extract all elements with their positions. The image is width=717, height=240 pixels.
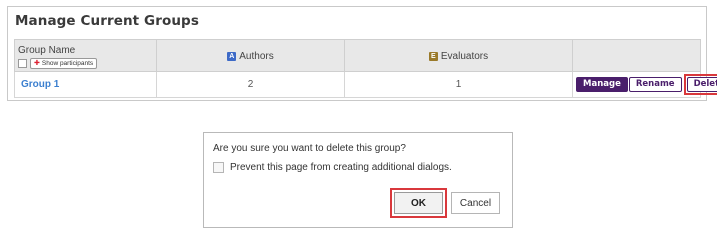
header-authors: A Authors: [156, 39, 345, 72]
header-group-name: Group Name ✚ Show participants: [14, 39, 157, 72]
prevent-dialogs-label: Prevent this page from creating addition…: [230, 162, 452, 173]
plus-icon: ✚: [34, 59, 40, 67]
authors-header-label: Authors: [239, 50, 274, 62]
rename-button[interactable]: Rename: [628, 77, 682, 92]
table-row: Group 1 2 1 ManageRename Delete: [14, 71, 717, 98]
show-participants-checkbox[interactable]: [18, 58, 27, 68]
ok-button[interactable]: OK: [394, 192, 443, 214]
prevent-dialogs-checkbox[interactable]: [213, 162, 224, 173]
header-evaluators: E Evaluators: [344, 39, 573, 72]
evaluators-header-label: Evaluators: [440, 50, 489, 62]
confirm-delete-dialog: Are you sure you want to delete this gro…: [203, 132, 513, 228]
table-header-row: Group Name ✚ Show participants A Authors: [14, 39, 701, 72]
authors-icon: A: [227, 51, 237, 61]
authors-count: 2: [156, 71, 345, 98]
panel-title: Manage Current Groups: [15, 13, 199, 29]
group-name-cell: Group 1: [14, 71, 157, 98]
actions-cell: ManageRename Delete: [572, 71, 717, 98]
group-name-header-label: Group Name: [18, 44, 76, 56]
manage-button[interactable]: Manage: [576, 77, 628, 92]
evaluators-count: 1: [344, 71, 573, 98]
cancel-button[interactable]: Cancel: [451, 192, 500, 214]
show-participants-button[interactable]: ✚ Show participants: [30, 57, 98, 69]
header-actions: [572, 39, 701, 72]
evaluators-icon: E: [428, 51, 438, 61]
ok-highlight-box: OK: [390, 188, 447, 218]
delete-button[interactable]: Delete: [686, 77, 717, 92]
delete-highlight-box: Delete: [683, 74, 717, 95]
groups-table: Group Name ✚ Show participants A Authors: [14, 39, 717, 98]
manage-groups-panel: Manage Current Groups Group Name ✚ Show …: [7, 6, 717, 101]
prevent-dialogs-option: Prevent this page from creating addition…: [213, 162, 452, 173]
show-participants-label: Show participants: [41, 59, 94, 67]
show-participants-control: ✚ Show participants: [18, 57, 156, 69]
dialog-message: Are you sure you want to delete this gro…: [213, 143, 406, 154]
group-link[interactable]: Group 1: [18, 79, 59, 90]
